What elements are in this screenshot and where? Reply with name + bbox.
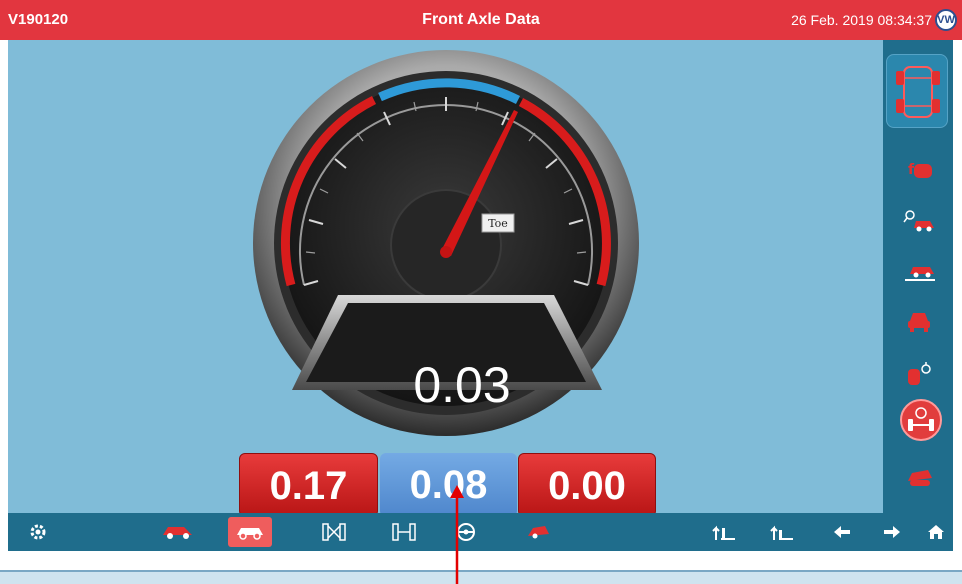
axle-h-button[interactable] [382, 517, 426, 547]
needle-pivot [440, 246, 452, 258]
lift-down-button[interactable] [760, 517, 804, 547]
lift-down-icon [770, 525, 793, 540]
car-tilt-button[interactable] [900, 462, 938, 494]
car-angle-button[interactable] [516, 517, 560, 547]
arrow-right-button[interactable] [870, 517, 914, 547]
car-side-button[interactable] [156, 517, 200, 547]
axle-h-icon [392, 523, 416, 541]
bottom-toolbar [8, 513, 953, 551]
car-search-button[interactable] [900, 205, 938, 237]
bottom-strip [0, 570, 962, 584]
right-sidebar: f [883, 40, 953, 513]
arrow-right-icon [884, 526, 900, 538]
car-front-icon [908, 313, 930, 332]
value-center: 0.08 [380, 453, 517, 517]
car-alert-icon: f [908, 162, 932, 178]
wheel-sensor-button[interactable] [900, 358, 938, 390]
settings-icon [30, 524, 46, 540]
axle-layout-button[interactable] [886, 54, 948, 128]
car-front-button[interactable] [900, 306, 938, 338]
value-left: 0.17 [239, 453, 378, 517]
alignment-app: V190120 Front Axle Data 26 Feb. 2019 08:… [0, 0, 962, 584]
car-tilt-icon [908, 470, 932, 486]
axle-cross-icon [322, 523, 346, 541]
wheel-sensor-icon [908, 362, 931, 385]
axle-wheel-icon [908, 407, 934, 431]
axle-wheel-button[interactable] [900, 399, 942, 441]
home-button[interactable] [914, 517, 958, 547]
datetime: 26 Feb. 2019 08:34:37 [791, 12, 932, 28]
steering-wheel-icon [457, 523, 475, 541]
settings-button[interactable] [16, 517, 60, 547]
car-angle-icon [528, 526, 549, 539]
gauge-panel: Toe 0.03 0.17 0.08 0.00 [8, 40, 883, 517]
arrow-left-icon [834, 526, 850, 538]
axle-layout-icon [896, 66, 940, 118]
car-rear-button[interactable] [228, 517, 272, 547]
lift-up-button[interactable] [702, 517, 746, 547]
axle-cross-button[interactable] [312, 517, 356, 547]
home-icon [928, 525, 944, 539]
car-alert-button[interactable]: f [900, 153, 938, 185]
car-lift-button[interactable] [900, 256, 938, 288]
steering-wheel-button[interactable] [444, 517, 488, 547]
car-rear-icon [237, 528, 263, 540]
car-side-icon [163, 527, 192, 539]
toe-label: Toe [488, 217, 508, 230]
arrow-left-button[interactable] [820, 517, 864, 547]
value-right: 0.00 [518, 453, 656, 517]
brand-logo-icon: VW [935, 9, 957, 31]
car-lift-icon [905, 267, 935, 281]
svg-text:f: f [908, 162, 915, 178]
header-bar: V190120 Front Axle Data 26 Feb. 2019 08:… [0, 0, 962, 40]
car-search-icon [903, 210, 934, 232]
toe-reading: 0.03 [413, 357, 511, 413]
toe-gauge: Toe [253, 50, 639, 436]
lift-up-icon [712, 525, 735, 540]
